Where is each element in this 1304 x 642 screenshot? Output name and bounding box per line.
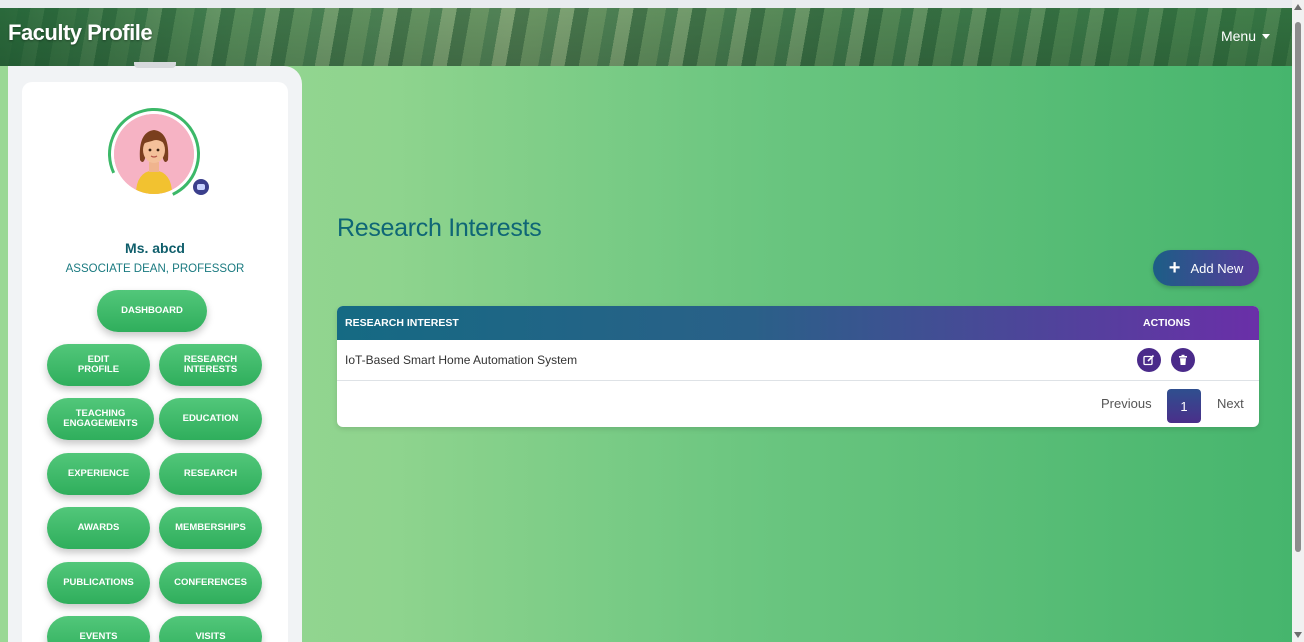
caret-down-icon <box>1262 33 1270 39</box>
sidebar-item-education[interactable]: EDUCATION <box>159 398 262 440</box>
sidebar-item-research[interactable]: RESEARCH <box>159 453 262 495</box>
menu-dropdown-toggle[interactable]: Menu <box>1221 28 1270 44</box>
add-new-label: Add New <box>1190 260 1244 276</box>
pagination: Previous 1 Next <box>337 381 1259 427</box>
sidebar-item-teaching-engagements[interactable]: TEACHING ENGAGEMENTS <box>47 398 154 440</box>
sidebar-item-conferences[interactable]: CONFERENCES <box>159 562 262 604</box>
sidebar-item-edit-profile[interactable]: EDIT PROFILE <box>47 344 150 386</box>
edit-icon[interactable] <box>1137 348 1161 372</box>
add-new-button[interactable]: + Add New <box>1153 250 1259 286</box>
sidebar-item-awards[interactable]: AWARDS <box>47 507 150 549</box>
table-row: IoT-Based Smart Home Automation System <box>337 340 1259 381</box>
sidebar-item-events[interactable]: EVENTS <box>47 616 150 642</box>
top-header: Faculty Profile Menu <box>0 8 1292 66</box>
research-interest-cell: IoT-Based Smart Home Automation System <box>345 353 578 367</box>
sidebar-item-experience[interactable]: EXPERIENCE <box>47 453 150 495</box>
avatar <box>114 114 194 194</box>
female-avatar-icon <box>114 114 194 194</box>
pagination-previous[interactable]: Previous <box>1101 396 1152 411</box>
sidebar-item-visits[interactable]: VISITS <box>159 616 262 642</box>
sidebar-item-publications[interactable]: PUBLICATIONS <box>47 562 150 604</box>
page-scrollbar[interactable] <box>1292 0 1304 642</box>
sidebar-item-memberships[interactable]: MEMBERSHIPS <box>159 507 262 549</box>
menu-label: Menu <box>1220 28 1256 44</box>
header-photo-overlay <box>0 8 1292 66</box>
sidebar-item-dashboard[interactable]: DASHBOARD <box>97 290 207 332</box>
delete-icon[interactable] <box>1171 348 1195 372</box>
profile-name: Ms. abcd <box>125 240 185 256</box>
pagination-page-current[interactable]: 1 <box>1167 389 1201 423</box>
sidebar-handle <box>134 62 176 68</box>
scroll-down-arrow-icon[interactable] <box>1294 632 1302 638</box>
app-title[interactable]: Faculty Profile <box>8 20 153 46</box>
sidebar-item-research-interests[interactable]: RESEARCH INTERESTS <box>159 344 262 386</box>
table-header: RESEARCH INTEREST ACTIONS <box>337 306 1259 340</box>
sidebar: Ms. abcd ASSOCIATE DEAN, PROFESSOR DASHB… <box>22 82 288 642</box>
column-header-research-interest: RESEARCH INTEREST <box>345 317 459 329</box>
pagination-next[interactable]: Next <box>1217 396 1244 411</box>
camera-icon[interactable] <box>191 177 211 197</box>
scrollbar-thumb[interactable] <box>1295 22 1301 552</box>
plus-icon: + <box>1168 257 1181 279</box>
column-header-actions: ACTIONS <box>1143 317 1191 329</box>
page-title: Research Interests <box>337 214 542 242</box>
scroll-up-arrow-icon[interactable] <box>1294 4 1302 10</box>
profile-role: ASSOCIATE DEAN, PROFESSOR <box>65 263 245 275</box>
research-interests-table: RESEARCH INTEREST ACTIONS IoT-Based Smar… <box>337 306 1259 427</box>
